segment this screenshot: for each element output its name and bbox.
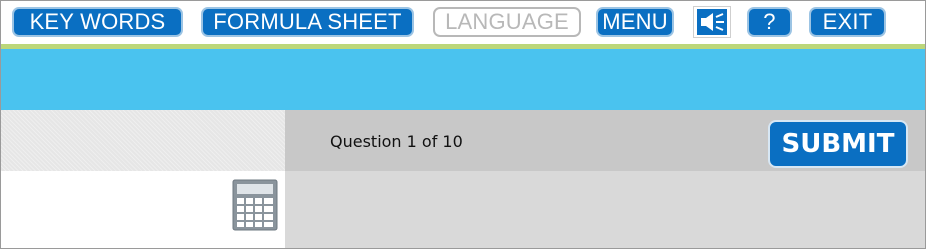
question-content [285, 171, 925, 248]
test-window: KEY WORDS FORMULA SHEET LANGUAGE MENU ? … [0, 0, 926, 249]
speaker-muted-icon [697, 9, 727, 35]
top-toolbar: KEY WORDS FORMULA SHEET LANGUAGE MENU ? … [1, 1, 925, 45]
language-button[interactable]: LANGUAGE [433, 7, 581, 37]
exit-button[interactable]: EXIT [809, 7, 886, 37]
formula-sheet-button[interactable]: FORMULA SHEET [201, 7, 414, 37]
calculator-icon [232, 179, 278, 231]
question-bar: Question 1 of 10 SUBMIT [285, 110, 925, 171]
audio-toggle-button[interactable] [693, 6, 731, 38]
header-band [1, 49, 925, 110]
help-button[interactable]: ? [747, 7, 792, 37]
question-counter: Question 1 of 10 [330, 132, 463, 151]
menu-button[interactable]: MENU [596, 7, 674, 37]
calculator-button[interactable] [232, 179, 278, 231]
submit-button[interactable]: SUBMIT [768, 120, 908, 168]
tools-header [1, 110, 285, 171]
key-words-button[interactable]: KEY WORDS [12, 7, 183, 37]
tools-panel [1, 171, 285, 248]
